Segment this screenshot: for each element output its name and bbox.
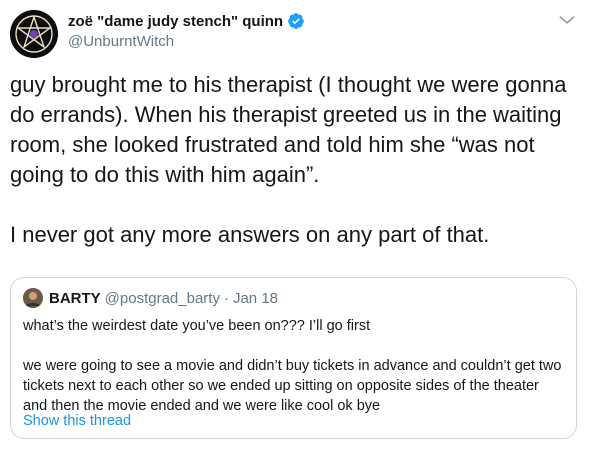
quoted-tweet-header: BARTY @postgrad_barty · Jan 18: [23, 288, 278, 308]
dot-separator: ·: [223, 289, 229, 307]
tweet-text: guy brought me to his therapist (I thoug…: [10, 72, 567, 247]
quoted-tweet-text: what’s the weirdest date you’ve been on?…: [23, 318, 562, 414]
author-name-row: zoë "dame judy stench" quinn: [68, 12, 305, 30]
quoted-tweet[interactable]: BARTY @postgrad_barty · Jan 18 what’s th…: [10, 277, 577, 439]
tweet: zoë "dame judy stench" quinn @UnburntWit…: [0, 0, 589, 457]
author-display-name[interactable]: zoë "dame judy stench" quinn: [68, 13, 283, 30]
quoted-author-avatar: [23, 288, 43, 308]
author-handle[interactable]: @UnburntWitch: [68, 33, 174, 50]
chevron-down-icon[interactable]: [557, 10, 577, 30]
verified-badge-icon: [287, 12, 305, 30]
quoted-tweet-date: Jan 18: [232, 289, 279, 307]
quoted-author-name: BARTY: [49, 289, 101, 307]
show-thread-link[interactable]: Show this thread: [23, 413, 131, 429]
author-avatar[interactable]: [10, 10, 58, 58]
pentagram-avatar-icon: [10, 10, 58, 58]
quoted-author-handle: @postgrad_barty: [104, 289, 220, 307]
